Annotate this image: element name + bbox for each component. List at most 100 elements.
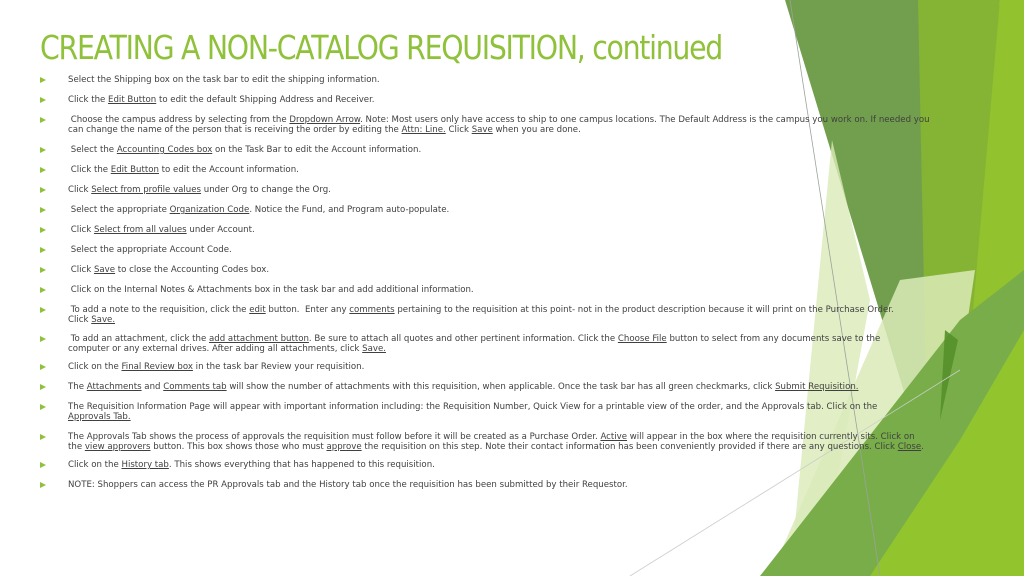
bullet-text: To add a note to the requisition, click … [68,305,948,325]
bullet-arrow-icon [40,287,46,293]
bullet-list: Select the Shipping box on the task bar … [0,0,1024,576]
underlined-reference: add attachment button [209,334,309,344]
text-segment: . [921,441,924,452]
text-segment: Choose the campus address by selecting f… [68,115,290,125]
underlined-reference: Choose File [617,334,667,344]
bullet-arrow-icon [40,167,46,173]
underlined-reference: Close [897,441,922,452]
bullet-arrow-icon [40,207,46,213]
bullet-text: Click on the Final Review box in the tas… [68,362,948,373]
underlined-reference: Select from all values [93,225,187,235]
bullet-text: Click Select from all values under Accou… [68,225,948,236]
bullet-arrow-icon [40,307,46,313]
text-segment: The [68,382,87,392]
bullet-arrow-icon [40,434,46,440]
bullet-arrow-icon [40,482,46,488]
bullet-text: Select the Accounting Codes box on the T… [68,145,948,156]
text-segment: in the task bar Review your requisition. [192,362,365,372]
text-segment: on the Task Bar to edit the Account info… [212,145,422,155]
bullet-arrow-icon [40,247,46,253]
text-segment: Select the Shipping box on the task bar … [68,75,380,85]
bullet-arrow-icon [40,97,46,103]
underlined-reference: Submit Requisition. [775,382,859,392]
underlined-reference: Edit Button [108,95,157,105]
text-segment: . Notice the Fund, and Program auto-popu… [249,205,450,215]
underlined-reference: Attn: Line. [401,124,446,135]
text-segment: The Approvals Tab shows the process of a… [68,432,601,442]
bullet-arrow-icon [40,227,46,233]
text-segment: to edit the Account information. [158,165,299,175]
underlined-reference: comments [349,305,395,315]
text-segment: NOTE: Shoppers can access the PR Approva… [68,480,628,490]
bullet-arrow-icon [40,77,46,83]
bullet-arrow-icon [40,364,46,370]
text-segment: Click [68,185,92,195]
text-segment: Click [445,124,472,135]
bullet-arrow-icon [40,462,46,468]
text-segment: the requisition on this step. Note their… [361,441,898,452]
bullet-text: The Attachments and Comments tab will sh… [68,382,948,393]
underlined-reference: Accounting Codes box [116,145,213,155]
text-segment: Click the [68,95,109,105]
text-segment: Click on the [68,460,122,470]
text-segment: The Requisition Information Page will ap… [68,402,878,412]
bullet-arrow-icon [40,117,46,123]
bullet-text: Click on the History tab. This shows eve… [68,460,948,471]
text-segment: To add an attachment, click the [68,334,210,344]
text-segment: To add a note to the requisition, click … [68,305,250,315]
bullet-text: Choose the campus address by selecting f… [68,115,948,135]
underlined-reference: edit [249,305,266,315]
text-segment: to close the Accounting Codes box. [115,265,270,275]
bullet-text: Click on the Internal Notes & Attachment… [68,285,948,296]
text-segment: . Be sure to attach all quotes and other… [308,334,618,344]
bullet-arrow-icon [40,187,46,193]
bullet-text: Click the Edit Button to edit the defaul… [68,95,948,106]
underlined-reference: Edit Button [110,165,159,175]
underlined-reference: Save [93,265,116,275]
text-segment: under Account. [186,225,255,235]
text-segment: will show the number of attachments with… [226,382,776,392]
text-segment: Select the [68,145,117,155]
bullet-text: Click Select from profile values under O… [68,185,948,196]
bullet-text: To add an attachment, click the add atta… [68,334,948,354]
text-segment: and [141,382,164,392]
text-segment: to edit the default Shipping Address and… [156,95,375,105]
underlined-reference: Active [600,432,628,442]
text-segment: . This shows everything that has happene… [168,460,435,470]
text-segment: under Org to change the Org. [201,185,331,195]
underlined-reference: Organization Code [169,205,250,215]
bullet-arrow-icon [40,384,46,390]
underlined-reference: view approvers [84,441,151,452]
text-segment: Click the [68,165,111,175]
bullet-text: Click Save to close the Accounting Codes… [68,265,948,276]
bullet-text: Click the Edit Button to edit the Accoun… [68,165,948,176]
bullet-text: The Requisition Information Page will ap… [68,402,948,422]
underlined-reference: approve [326,441,362,452]
underlined-reference: Comments tab [163,382,227,392]
bullet-text: NOTE: Shoppers can access the PR Approva… [68,480,948,491]
underlined-reference: Save. [362,343,386,354]
text-segment: Click on the Internal Notes & Attachment… [68,285,474,295]
bullet-arrow-icon [40,336,46,342]
text-segment: Click [68,265,94,275]
underlined-reference: Dropdown Arrow [289,115,361,125]
bullet-text: Select the Shipping box on the task bar … [68,75,948,86]
bullet-arrow-icon [40,404,46,410]
bullet-text: Select the appropriate Account Code. [68,245,948,256]
text-segment: when you are done. [492,124,581,135]
text-segment: Click [68,225,94,235]
text-segment: button. Enter any [265,305,350,315]
text-segment: Click on the [68,362,122,372]
bullet-arrow-icon [40,147,46,153]
underlined-reference: Approvals Tab. [68,411,131,422]
bullet-arrow-icon [40,267,46,273]
bullet-text: The Approvals Tab shows the process of a… [68,432,948,452]
underlined-reference: Select from profile values [91,185,202,195]
underlined-reference: Attachments [86,382,142,392]
underlined-reference: History tab [121,460,169,470]
text-segment: Select the appropriate [68,205,170,215]
text-segment: button. This box shows those who must [150,441,327,452]
underlined-reference: Final Review box [121,362,193,372]
text-segment: Select the appropriate Account Code. [68,245,232,255]
bullet-text: Select the appropriate Organization Code… [68,205,948,216]
